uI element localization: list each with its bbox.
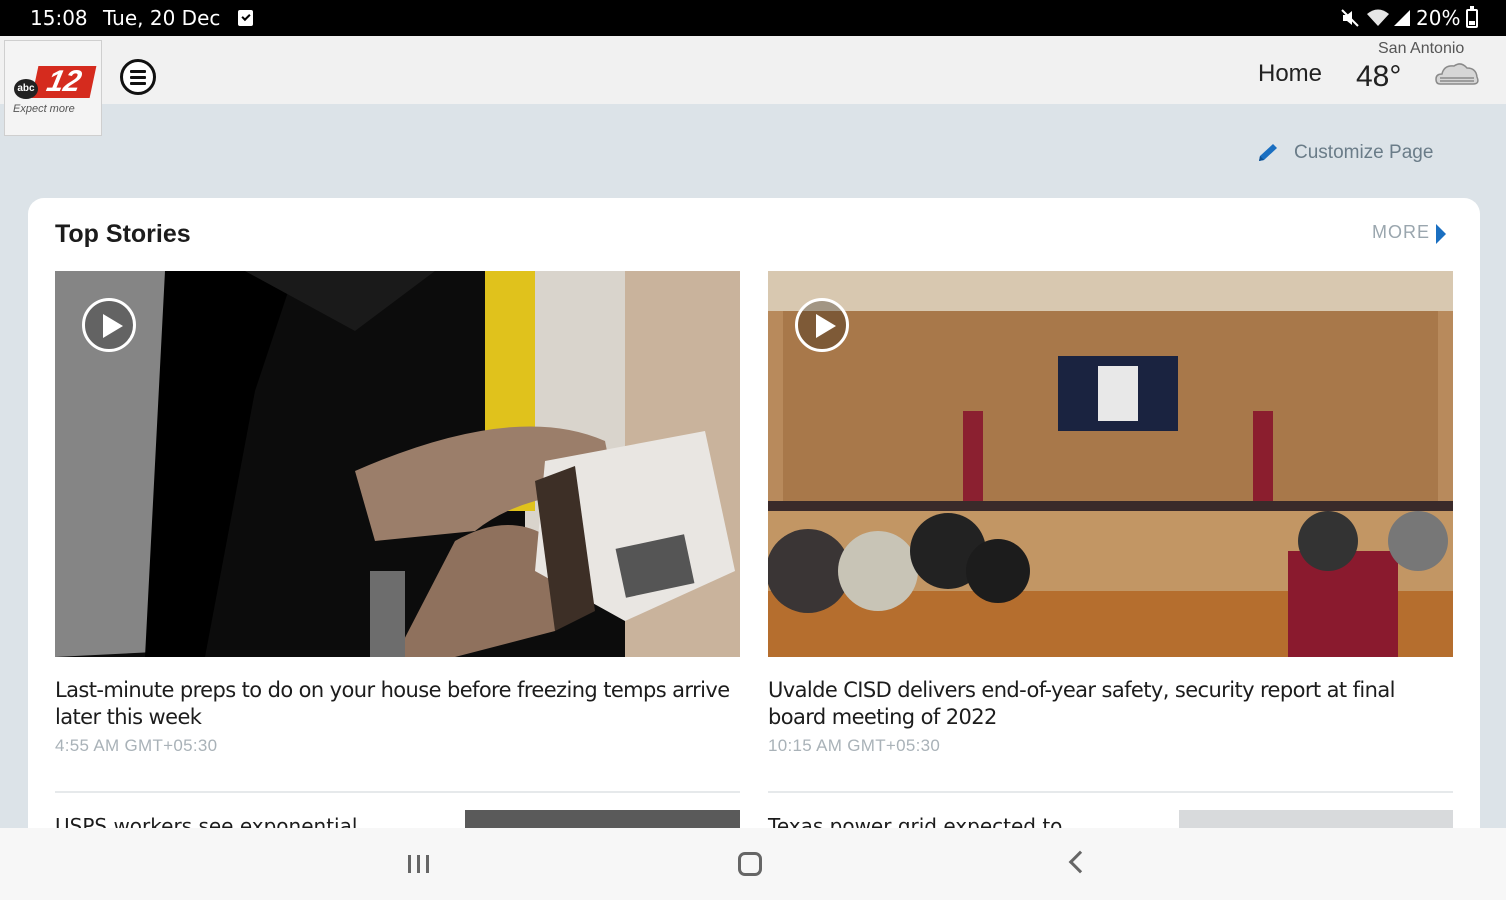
pencil-icon [1259,144,1277,161]
chevron-right-icon[interactable] [1436,224,1446,244]
logo-tagline: Expect more [13,103,75,115]
status-bar: 15:08 Tue, 20 Dec 20% [0,0,1506,36]
more-link[interactable]: MORE [1372,222,1430,243]
story-thumbnail[interactable] [768,271,1453,657]
weather-city[interactable]: San Antonio [1378,40,1464,58]
menu-line [130,70,146,73]
story-card[interactable]: Last-minute preps to do on your house be… [55,271,740,756]
recent-apps-button[interactable] [408,855,432,875]
station-logo[interactable]: 12 abc Expect more [4,40,102,136]
recents-bar [426,855,429,873]
story-card[interactable]: Uvalde CISD delivers end-of-year safety,… [768,271,1453,756]
back-button[interactable] [1068,850,1092,874]
story-time: 10:15 AM GMT+05:30 [768,736,941,755]
mute-icon [1341,9,1359,27]
status-date: Tue, 20 Dec [103,6,221,30]
hamburger-menu-button[interactable] [120,59,156,95]
menu-line [130,82,146,85]
wifi-icon [1367,9,1389,26]
abc-logo-icon: abc [14,79,38,99]
story-thumbnail[interactable] [55,271,740,657]
menu-line [130,76,146,79]
battery-percent: 20% [1416,6,1461,30]
system-nav-bar [0,828,1506,900]
divider [768,791,1453,793]
story-time: 4:55 AM GMT+05:30 [55,736,218,755]
home-button[interactable] [738,852,762,876]
story-headline[interactable]: Uvalde CISD delivers end-of-year safety,… [768,677,1453,731]
recents-bar [408,855,411,873]
calendar-notification-icon [238,10,253,26]
customize-label: Customize Page [1294,142,1434,163]
cloud-icon[interactable] [1434,60,1480,88]
story-image [768,271,1453,657]
logo-number: 12 [31,65,97,98]
top-stories-card: Top Stories MORE Last-minute preps to do… [28,198,1480,848]
status-time: 15:08 [30,6,88,30]
battery-icon [1466,6,1478,28]
story-image [55,271,740,657]
nav-home-link[interactable]: Home [1258,60,1322,88]
play-video-button[interactable] [795,298,849,352]
weather-temperature[interactable]: 48° [1356,60,1401,94]
story-headline[interactable]: Last-minute preps to do on your house be… [55,677,740,731]
divider [55,791,740,793]
section-title: Top Stories [55,220,191,248]
signal-icon [1394,10,1410,26]
play-video-button[interactable] [82,298,136,352]
recents-bar [417,855,420,873]
